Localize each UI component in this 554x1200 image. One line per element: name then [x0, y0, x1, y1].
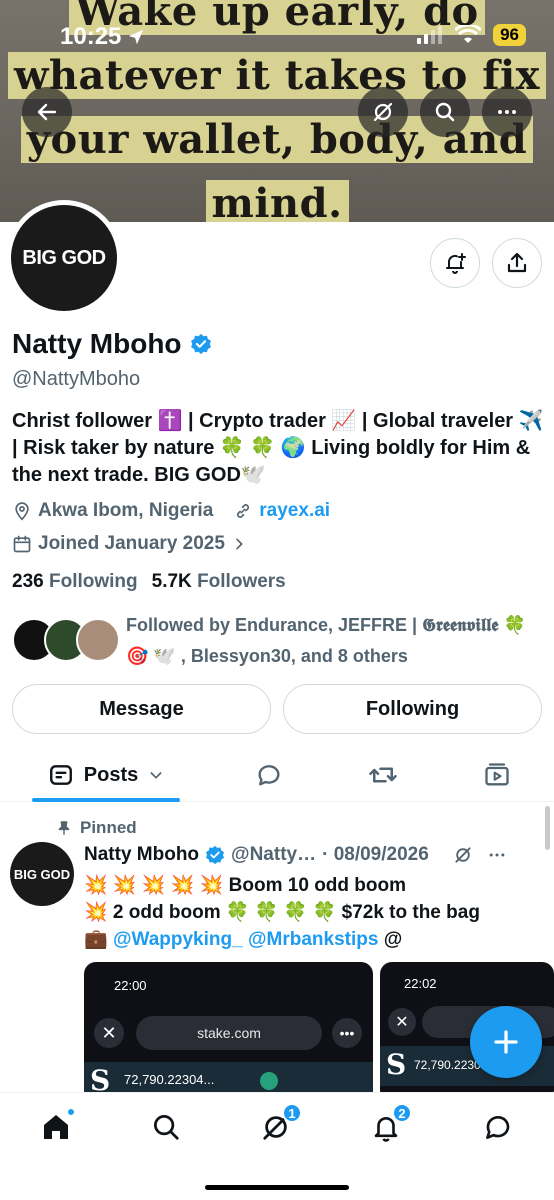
- profile-bio: Christ follower ✝️ | Crypto trader 📈 | G…: [12, 410, 544, 486]
- nav-grok[interactable]: 1: [256, 1103, 302, 1147]
- joined-row[interactable]: Joined January 2025: [12, 533, 247, 555]
- profile-location: Akwa Ibom, Nigeria: [38, 500, 214, 521]
- reply-icon: [258, 765, 280, 786]
- search-button[interactable]: [420, 87, 470, 137]
- posts-icon: [49, 765, 72, 785]
- chat-bubble-icon: [486, 1116, 510, 1139]
- tab-media[interactable]: [473, 748, 521, 802]
- link-icon: [237, 504, 250, 518]
- profile-website-link[interactable]: rayex.ai: [259, 500, 330, 522]
- banner-text-line: whatever it takes to fix: [0, 52, 554, 99]
- plus-icon: [494, 1030, 518, 1054]
- nav-notifications[interactable]: 2: [366, 1103, 412, 1147]
- active-tab-indicator: [32, 798, 180, 802]
- mention-link[interactable]: @Wappyking_: [113, 929, 243, 950]
- search-icon: [435, 102, 455, 122]
- followed-by-text: Followed by Endurance, JEFFRE | 𝕲𝖗𝖊𝖊𝖓𝖛𝖎𝖑…: [126, 615, 526, 666]
- grok-icon[interactable]: [453, 845, 473, 865]
- repost-icon: [369, 767, 397, 783]
- chevron-down-icon: [150, 772, 162, 779]
- follow-counts: 236 Following 5.7K Followers: [12, 571, 286, 593]
- profile-meta-row: Akwa Ibom, Nigeria rayex.ai: [12, 500, 330, 522]
- following-count-link[interactable]: 236 Following: [12, 571, 138, 593]
- media-icon: [485, 763, 509, 786]
- notify-button[interactable]: [430, 238, 480, 288]
- battery-indicator: 96: [493, 24, 526, 46]
- post-author[interactable]: Natty Mboho: [84, 844, 199, 866]
- tab-posts[interactable]: Posts: [32, 748, 180, 802]
- location-arrow-icon: [129, 29, 144, 45]
- message-button[interactable]: Message: [12, 684, 271, 734]
- verified-badge-icon: [190, 333, 211, 355]
- pin-icon: [58, 821, 70, 835]
- joined-date: Joined January 2025: [38, 533, 225, 554]
- post-text: 💥 💥 💥 💥 💥 Boom 10 odd boom 💥 2 odd boom …: [84, 875, 480, 950]
- followed-by-section[interactable]: Followed by Endurance, JEFFRE | 𝕲𝖗𝖊𝖊𝖓𝖛𝖎𝖑…: [12, 610, 547, 670]
- wifi-icon: [455, 25, 482, 43]
- profile-handle: @NattyMboho: [12, 368, 141, 390]
- pinned-label: Pinned: [56, 818, 137, 838]
- grok-badge: 1: [282, 1103, 302, 1123]
- following-button[interactable]: Following: [283, 684, 542, 734]
- nav-search[interactable]: [146, 1107, 186, 1147]
- follower-avatar: [76, 618, 120, 662]
- arrow-left-icon: [37, 103, 57, 121]
- back-button[interactable]: [22, 87, 72, 137]
- bottom-navigation: 1 2: [0, 1092, 554, 1200]
- calendar-icon: [13, 535, 31, 553]
- profile-avatar[interactable]: BIG GOD: [6, 200, 122, 316]
- bell-plus-icon: [446, 253, 466, 274]
- share-button[interactable]: [492, 238, 542, 288]
- tether-icon: [260, 1072, 278, 1090]
- grok-icon: [373, 102, 393, 122]
- more-horizontal-icon: [498, 110, 516, 114]
- post-header: Natty Mboho @Natty… · 08/09/2026: [84, 844, 507, 866]
- more-options-button[interactable]: [482, 87, 532, 137]
- home-indicator: [205, 1185, 349, 1190]
- new-content-dot: [66, 1107, 76, 1117]
- nav-home[interactable]: [36, 1107, 76, 1147]
- compose-button[interactable]: [470, 1006, 542, 1078]
- location-pin-icon: [15, 502, 29, 521]
- status-time: 10:25: [60, 23, 145, 51]
- share-icon: [507, 252, 527, 273]
- more-horizontal-icon: •••: [332, 1018, 362, 1048]
- post-more-icon[interactable]: [487, 845, 507, 865]
- mention-link[interactable]: @Mrbankstips: [248, 929, 378, 950]
- grok-button[interactable]: [358, 87, 408, 137]
- profile-tabs: Posts: [0, 748, 554, 802]
- notifications-badge: 2: [392, 1103, 412, 1123]
- tab-reposts[interactable]: [359, 748, 407, 802]
- signal-icon: [417, 26, 443, 44]
- verified-badge-icon: [206, 845, 225, 865]
- nav-messages[interactable]: [478, 1107, 518, 1147]
- scrollbar[interactable]: [545, 806, 550, 850]
- followers-count-link[interactable]: 5.7K Followers: [152, 571, 286, 593]
- status-indicators: 96: [417, 24, 526, 46]
- profile-name: Natty Mboho: [12, 328, 212, 360]
- post-image[interactable]: 22:00 ✕ stake.com ••• S 72,790.22304...: [84, 962, 373, 1102]
- banner-text-line: your wallet, body, and: [0, 116, 554, 163]
- close-icon: ✕: [94, 1018, 124, 1048]
- post-avatar[interactable]: BIG GOD: [10, 842, 74, 906]
- post-date: · 08/09/2026: [322, 844, 429, 865]
- close-icon: ✕: [388, 1008, 416, 1036]
- avatar-image: BIG GOD: [11, 205, 117, 311]
- chevron-right-icon: [236, 538, 243, 550]
- tab-replies[interactable]: [245, 748, 293, 802]
- search-icon: [154, 1115, 179, 1140]
- post-handle: @Natty…: [231, 844, 317, 865]
